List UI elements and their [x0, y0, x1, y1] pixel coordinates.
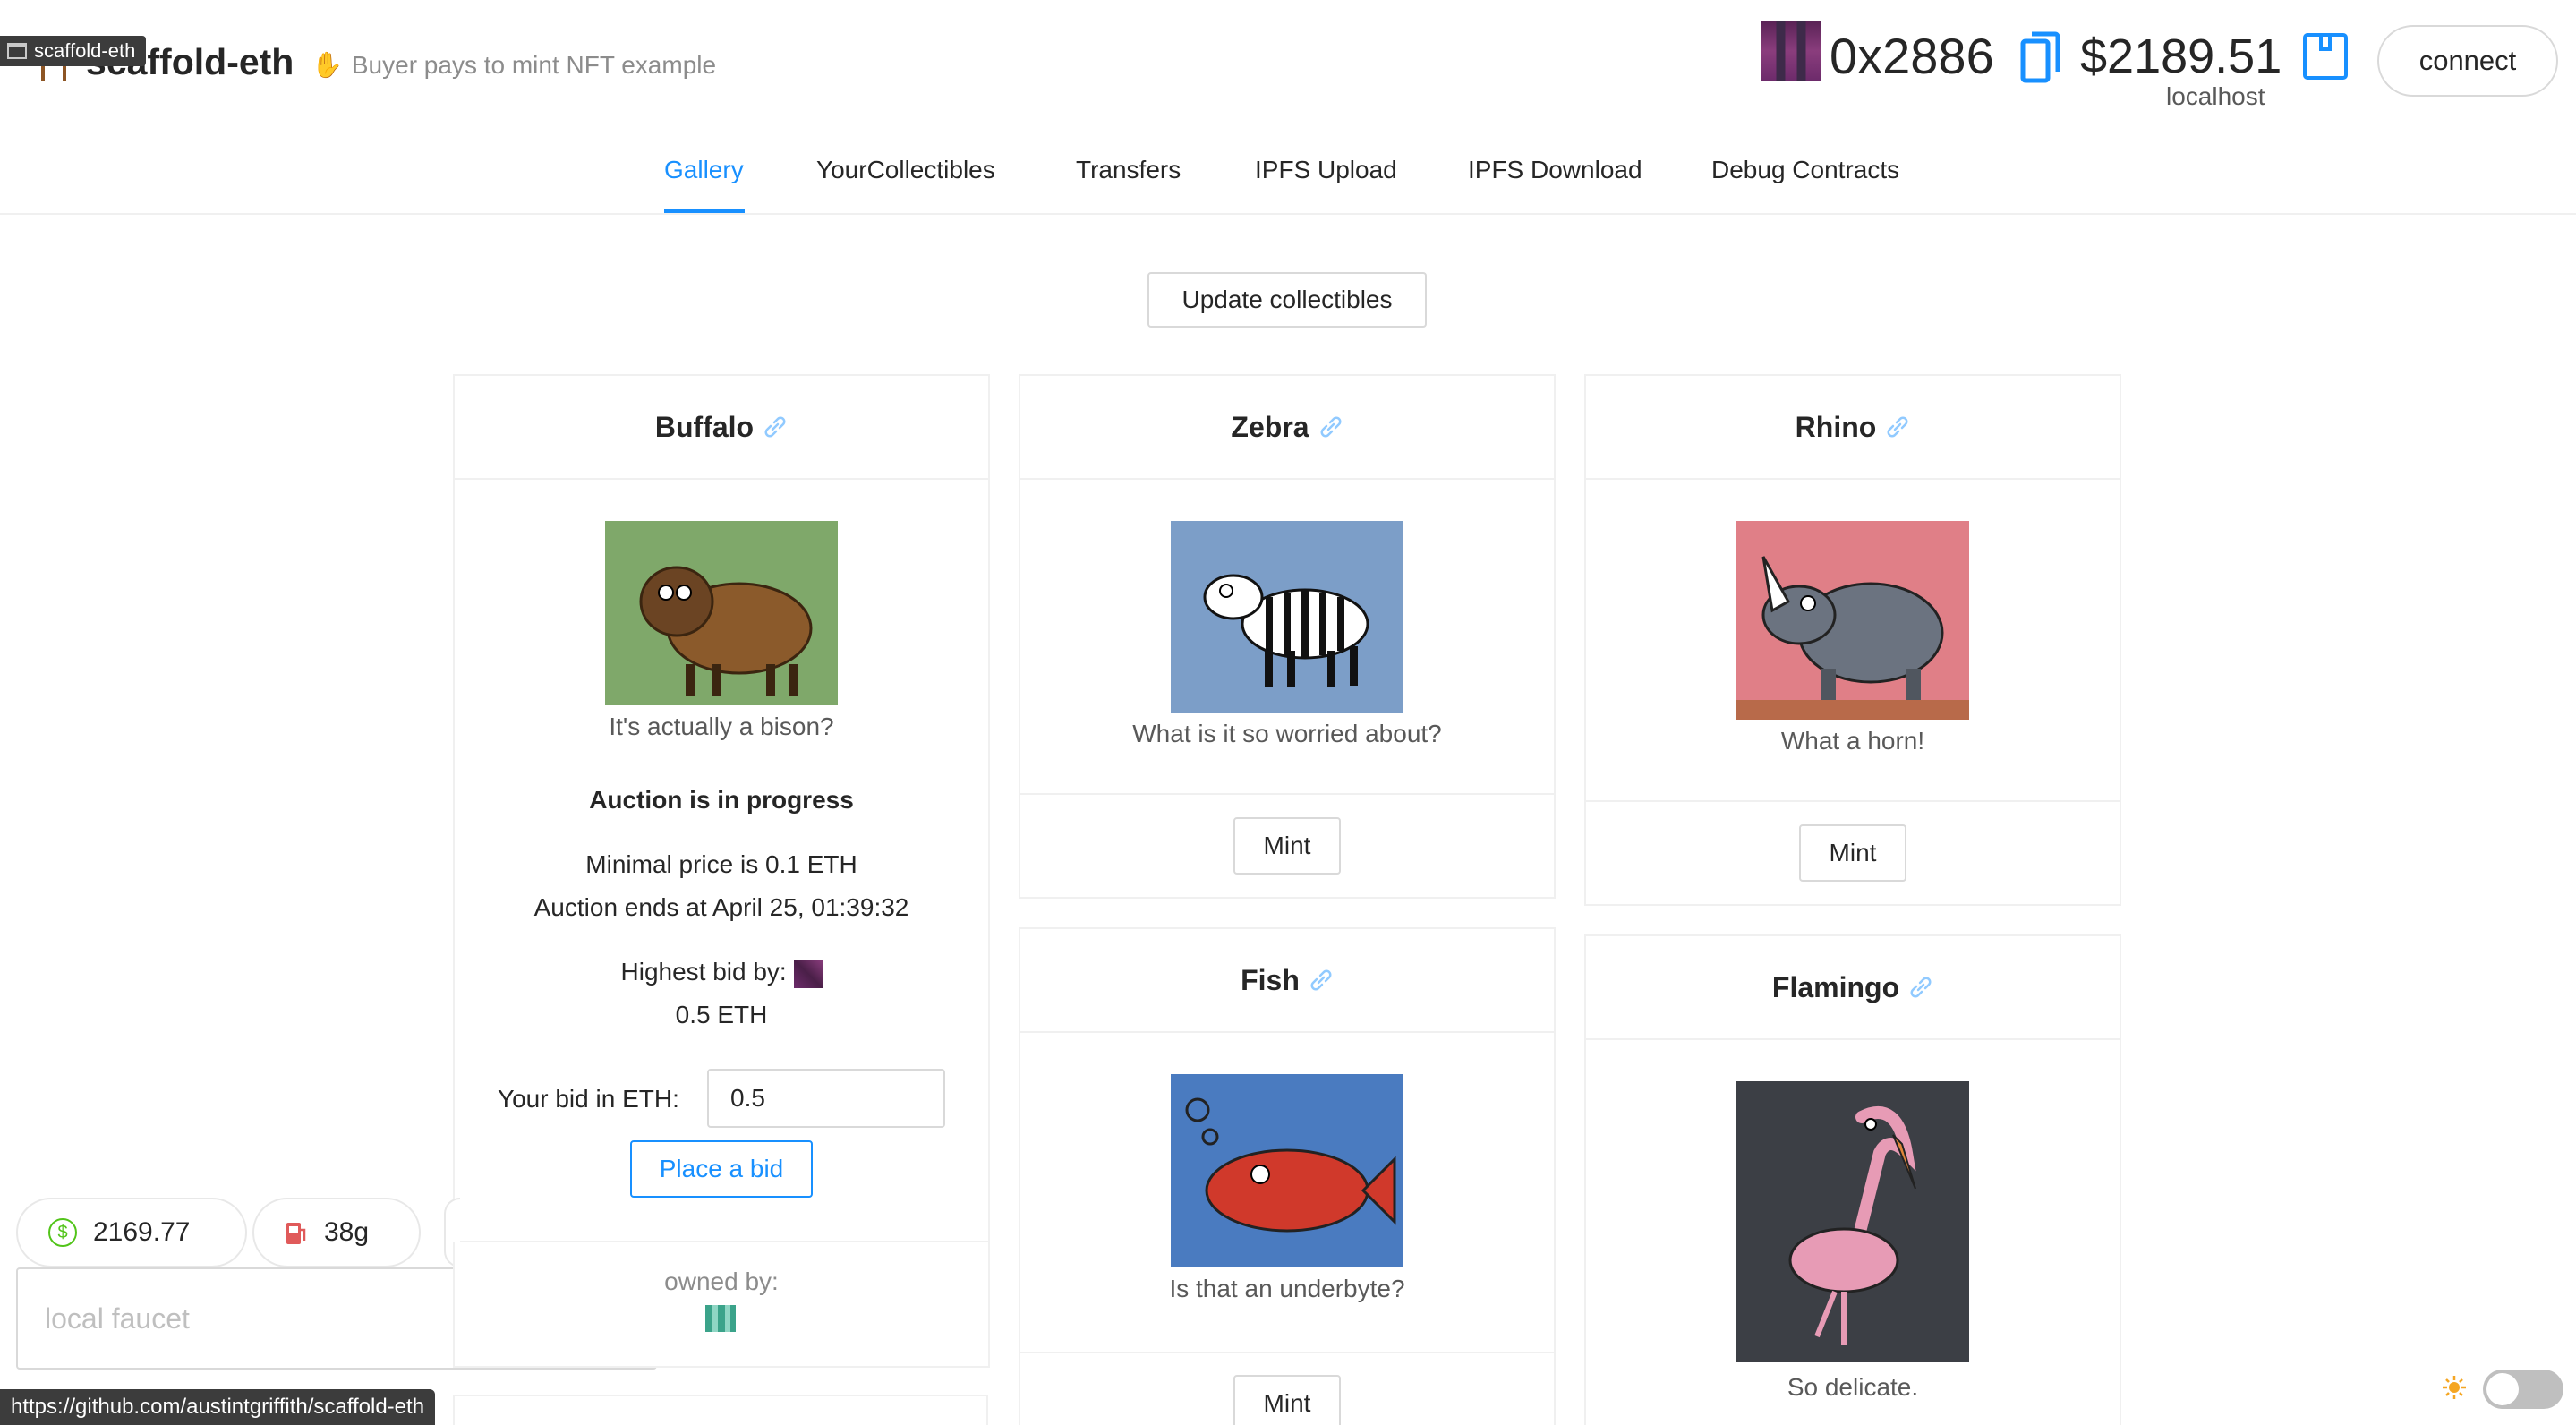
highest-bid-label: Highest bid by:: [620, 958, 787, 986]
tab-transfers[interactable]: Transfers: [1076, 156, 1181, 184]
card-header: Fish: [1020, 929, 1554, 1033]
hand-icon: ✋: [311, 51, 343, 79]
card-header: Zebra: [1020, 376, 1554, 480]
highest-bid-row: Highest bid by:: [455, 958, 988, 988]
dollar-icon: $: [48, 1218, 77, 1247]
card-header: Rhino: [1586, 376, 2120, 480]
tab-ipfs-upload[interactable]: IPFS Upload: [1255, 156, 1397, 184]
zebra-image: [1171, 521, 1403, 712]
tooltip-label: scaffold-eth: [34, 39, 136, 62]
card-actions: Mint: [1020, 793, 1554, 897]
buffalo-image: [605, 521, 838, 705]
eth-price-value: 2169.77: [93, 1217, 191, 1247]
card-description: What a horn!: [1780, 727, 1925, 755]
copy-icon[interactable]: [2019, 30, 2060, 84]
mint-button[interactable]: Mint: [1233, 1375, 1341, 1425]
rhino-card: Rhino What a horn! Mint: [1584, 374, 2121, 906]
link-icon[interactable]: [763, 414, 788, 439]
mint-button[interactable]: Mint: [1233, 817, 1341, 875]
card-description: What is it so worried about?: [1132, 720, 1442, 747]
tab-ipfs-download[interactable]: IPFS Download: [1468, 156, 1642, 184]
fuel-pump-icon: [286, 1223, 306, 1244]
status-bar-url: https://github.com/austintgriffith/scaff…: [0, 1389, 436, 1425]
tab-gallery[interactable]: Gallery: [664, 156, 744, 184]
fish-card: Fish Is that an underbyte? Mint: [1019, 927, 1556, 1425]
place-bid-button[interactable]: Place a bid: [630, 1140, 813, 1198]
network-label: localhost: [2166, 82, 2265, 110]
link-icon[interactable]: [1309, 968, 1334, 993]
card-description: It's actually a bison?: [609, 712, 834, 740]
link-icon[interactable]: [1908, 975, 1933, 1000]
app-subtitle: ✋ Buyer pays to mint NFT example: [311, 50, 716, 80]
owned-by-label: owned by:: [664, 1267, 779, 1295]
card-header: Buffalo: [455, 376, 988, 480]
toggle-knob: [2486, 1373, 2519, 1405]
card-actions: Mint: [1586, 800, 2120, 904]
account-balance[interactable]: $2189.51: [2080, 29, 2282, 84]
owner-avatar[interactable]: [705, 1305, 736, 1332]
sun-icon: [2443, 1376, 2466, 1399]
tab-your-collectibles[interactable]: YourCollectibles: [816, 156, 995, 184]
tab-debug-contracts[interactable]: Debug Contracts: [1711, 156, 1899, 184]
bid-input[interactable]: [707, 1069, 945, 1128]
eth-price-pill[interactable]: $ 2169.77: [16, 1198, 247, 1267]
card-title: Rhino: [1795, 410, 1877, 443]
card-title: Flamingo: [1771, 970, 1900, 1003]
mint-button[interactable]: Mint: [1799, 824, 1906, 882]
update-collectibles-button[interactable]: Update collectibles: [1147, 272, 1427, 328]
card-description: Is that an underbyte?: [1169, 1275, 1405, 1302]
card-description: So delicate.: [1787, 1373, 1919, 1401]
zebra-card: Zebra What is it so worried about? Mint: [1019, 374, 1556, 899]
fish-image: [1171, 1074, 1403, 1267]
wallet-icon[interactable]: [2302, 32, 2349, 81]
card-title: Zebra: [1231, 410, 1309, 443]
flamingo-card: Flamingo So delicate.: [1584, 934, 2121, 1425]
card-header: Flamingo: [1586, 936, 2120, 1040]
app-header: scaffold-eth ✋ Buyer pays to mint NFT exa…: [0, 0, 2576, 125]
link-icon[interactable]: [1885, 414, 1910, 439]
connect-button[interactable]: connect: [2377, 25, 2558, 97]
account-avatar: [1761, 21, 1821, 81]
gas-price-value: 38g: [324, 1217, 370, 1247]
tab-tooltip: scaffold-eth: [0, 36, 147, 66]
buffalo-card: Buffalo It's actually a bison? Auction i…: [453, 374, 990, 1368]
gas-price-pill[interactable]: 38g: [252, 1198, 421, 1267]
bidder-avatar: [793, 959, 823, 988]
scaffold-icon: [7, 43, 27, 59]
theme-toggle[interactable]: [2483, 1370, 2563, 1409]
minimal-price: Minimal price is 0.1 ETH: [585, 850, 857, 878]
flamingo-image: [1736, 1081, 1969, 1362]
bid-label: Your bid in ETH:: [498, 1085, 679, 1113]
next-card-partial: [453, 1395, 988, 1425]
link-icon[interactable]: [1318, 414, 1343, 439]
highest-bid-amount: 0.5 ETH: [675, 1001, 768, 1028]
rhino-image: [1736, 521, 1969, 720]
auction-end-time: Auction ends at April 25, 01:39:32: [533, 893, 909, 921]
main-nav: Gallery YourCollectibles Transfers IPFS …: [0, 134, 2576, 215]
subtitle-text: Buyer pays to mint NFT example: [351, 51, 717, 79]
card-title: Fish: [1241, 963, 1300, 996]
auction-status: Auction is in progress: [589, 786, 854, 814]
card-title: Buffalo: [654, 410, 755, 443]
card-actions: Mint: [1020, 1352, 1554, 1425]
account-address[interactable]: 0x2886: [1830, 27, 1994, 85]
active-tab-indicator: [664, 209, 745, 213]
